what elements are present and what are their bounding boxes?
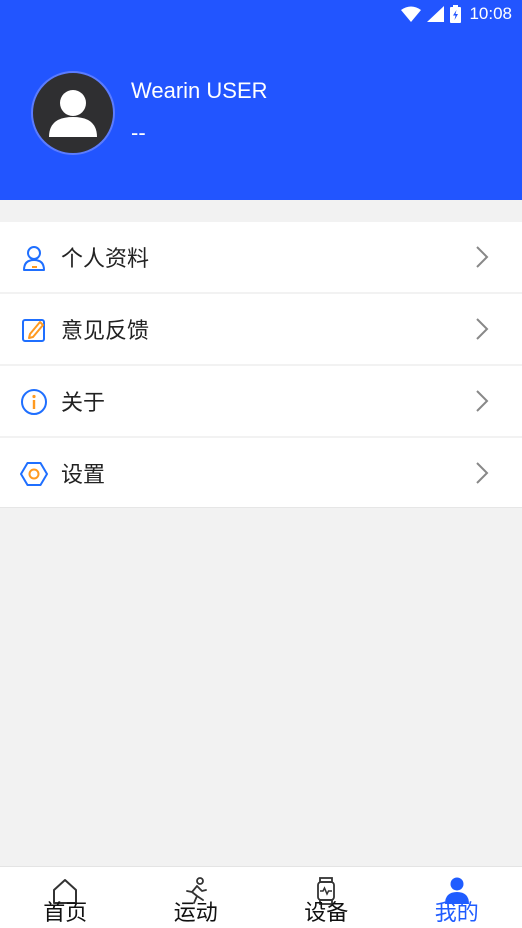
chevron-right-icon	[476, 246, 489, 268]
bottom-tab-bar: 首页 运动 设备 我的	[0, 866, 522, 928]
tab-label-device: 设备	[304, 901, 349, 926]
profile-name[interactable]: Wearin USER	[131, 78, 268, 104]
profile-subtitle: --	[131, 120, 146, 145]
menu-item-profile[interactable]: 个人资料	[0, 222, 522, 292]
avatar[interactable]	[31, 71, 115, 155]
status-bar: 10:08	[401, 4, 512, 24]
menu-item-about[interactable]: 关于	[0, 366, 522, 436]
edit-icon	[22, 319, 45, 342]
info-icon	[21, 389, 47, 415]
default-avatar-icon	[49, 90, 97, 137]
profile-header: 10:08 Wearin USER --	[0, 0, 522, 200]
tab-label-home: 首页	[43, 901, 88, 926]
menu-item-settings[interactable]: 设置	[0, 438, 522, 508]
tab-label-sport: 运动	[173, 901, 218, 926]
settings-icon	[20, 462, 48, 486]
menu-list: 个人资料 意见反馈 关于 设置	[0, 222, 522, 510]
tab-device[interactable]: 设备	[261, 867, 392, 928]
chevron-right-icon	[476, 318, 489, 340]
chevron-right-icon	[476, 390, 489, 412]
menu-label-feedback: 意见反馈	[61, 319, 150, 344]
status-time: 10:08	[469, 4, 512, 23]
menu-label-about: 关于	[61, 391, 106, 416]
battery-icon	[450, 5, 462, 23]
tab-sport[interactable]: 运动	[131, 867, 262, 928]
wifi-icon	[401, 6, 422, 22]
menu-item-feedback[interactable]: 意见反馈	[0, 294, 522, 364]
user-icon	[23, 246, 45, 271]
tab-home[interactable]: 首页	[0, 867, 131, 928]
menu-label-profile: 个人资料	[61, 247, 150, 272]
signal-icon	[427, 6, 445, 22]
tab-mine[interactable]: 我的	[392, 867, 522, 928]
tab-label-mine: 我的	[434, 901, 479, 926]
chevron-right-icon	[476, 462, 489, 484]
menu-label-settings: 设置	[61, 462, 106, 488]
